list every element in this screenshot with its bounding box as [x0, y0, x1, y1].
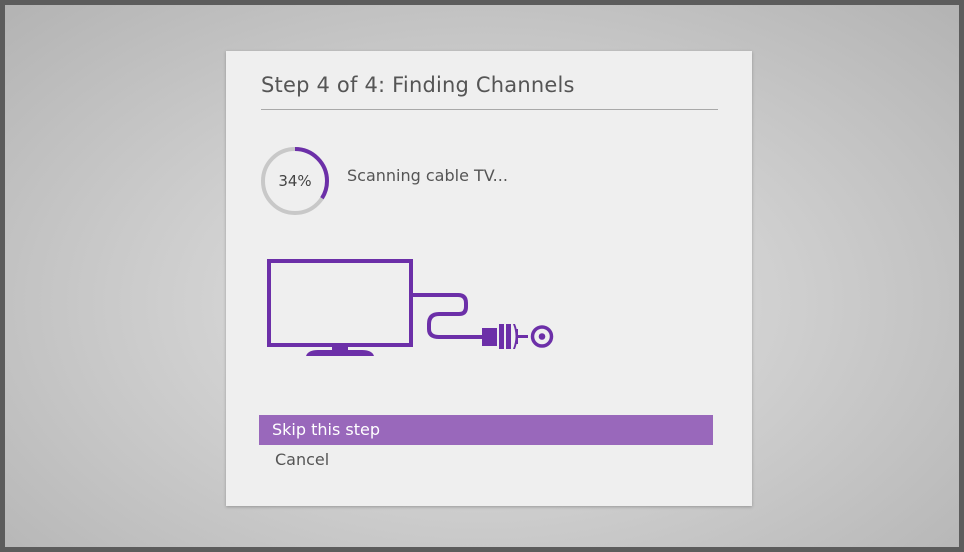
tv-screen: Step 4 of 4: Finding Channels 34% Scanni…	[5, 5, 959, 547]
coax-connector-icon	[482, 324, 528, 349]
tv-icon	[267, 259, 413, 356]
tv-cable-connection-icon	[266, 257, 586, 361]
dialog-menu: Skip this step Cancel	[259, 415, 713, 475]
scan-progress-ring: 34%	[259, 145, 331, 217]
coax-port-icon	[530, 325, 554, 348]
scan-status-text: Scanning cable TV...	[347, 166, 508, 185]
cancel-button[interactable]: Cancel	[259, 445, 713, 475]
setup-dialog: Step 4 of 4: Finding Channels 34% Scanni…	[226, 51, 752, 506]
skip-step-button[interactable]: Skip this step	[259, 415, 713, 445]
progress-percent: 34%	[278, 172, 312, 190]
cable-icon	[413, 293, 482, 339]
dialog-title: Step 4 of 4: Finding Channels	[261, 73, 575, 97]
title-divider	[261, 109, 718, 110]
